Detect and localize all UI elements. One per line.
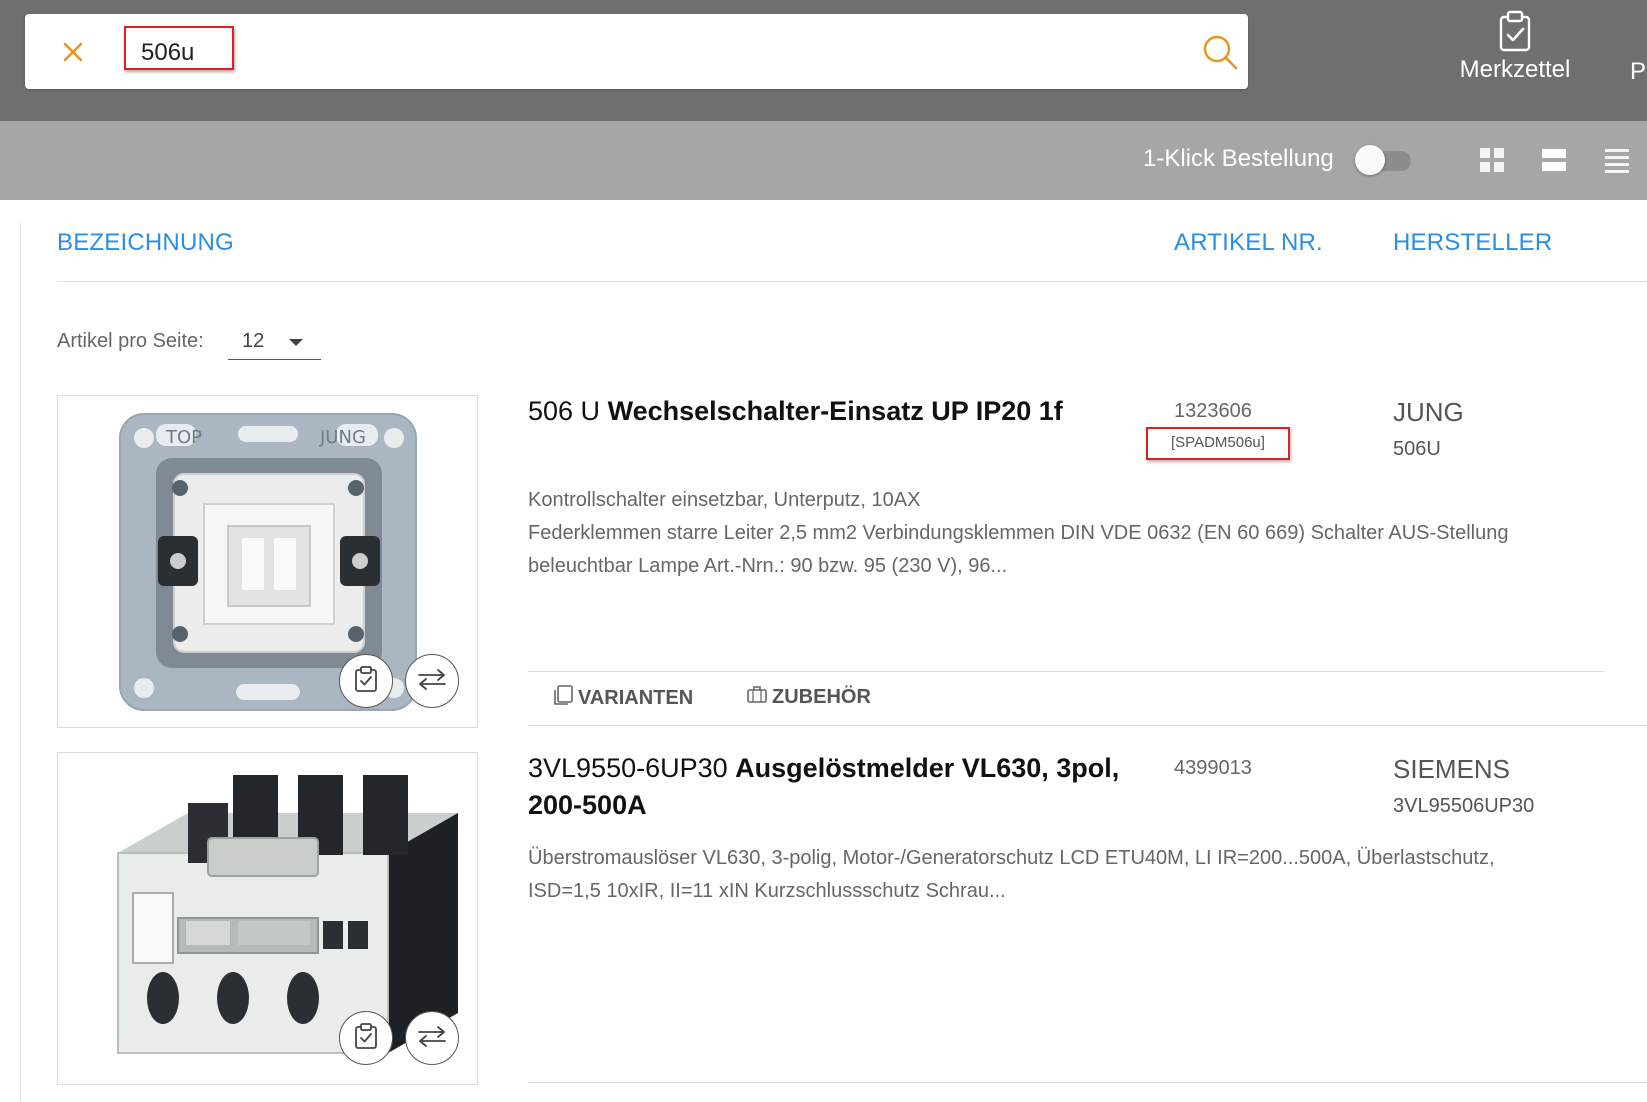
product-image-box[interactable]	[57, 752, 478, 1085]
left-divider	[20, 222, 21, 1102]
manufacturer-name: SIEMENS	[1393, 754, 1511, 784]
add-to-merkzettel-button[interactable]	[339, 1011, 393, 1065]
product-code: 3VL9550-6UP30	[528, 753, 728, 783]
article-number: 4399013	[1174, 757, 1252, 779]
caret-down-icon	[289, 339, 303, 346]
toggle-knob	[1355, 145, 1385, 175]
swap-arrows-icon	[416, 1024, 448, 1053]
clipboard-check-icon	[1440, 10, 1590, 52]
manufacturer-code: 506U	[1393, 438, 1441, 460]
oneclick-toggle[interactable]	[1355, 145, 1411, 175]
tab-accessories[interactable]: ZUBEHÖR	[746, 684, 871, 710]
product-code: 506 U	[528, 396, 601, 426]
tabs-divider	[528, 671, 1605, 672]
per-page-label: Artikel pro Seite:	[57, 330, 204, 352]
image-text-top: TOP	[165, 427, 202, 448]
product-description: Überstromauslöser VL630, 3-polig, Motor-…	[528, 842, 1588, 908]
alt-code: [SPADM506u]	[1171, 434, 1265, 451]
description-line: Überstromauslöser VL630, 3-polig, Motor-…	[528, 847, 1495, 869]
oneclick-label: 1-Klick Bestellung	[1143, 145, 1334, 172]
merkzettel-button[interactable]: Merkzettel	[1440, 10, 1590, 90]
results-toolbar: 1-Klick Bestellung	[0, 121, 1647, 200]
header-more-label[interactable]: P	[1630, 58, 1646, 86]
product-title[interactable]: 506 U Wechselschalter-Einsatz UP IP20 1f	[528, 393, 1148, 430]
description-line: ISD=1,5 10xIR, II=11 xIN Kurzschlussschu…	[528, 880, 1006, 902]
compare-button[interactable]	[405, 654, 459, 708]
tab-variants-label: VARIANTEN	[578, 686, 694, 709]
list-view-icon[interactable]	[1540, 146, 1568, 174]
description-line: Federklemmen starre Leiter 2,5 mm2 Verbi…	[528, 522, 1509, 544]
article-number: 1323606	[1174, 400, 1252, 422]
column-header-designation[interactable]: BEZEICHNUNG	[57, 229, 234, 257]
clipboard-check-icon	[354, 665, 378, 698]
compare-button[interactable]	[405, 1011, 459, 1065]
product-name: Wechselschalter-Einsatz UP IP20 1f	[607, 396, 1063, 426]
image-text-brand: JUNG	[319, 427, 366, 448]
add-to-merkzettel-button[interactable]	[339, 654, 393, 708]
column-header-article-nr[interactable]: ARTIKEL NR.	[1174, 229, 1323, 257]
description-line: Kontrollschalter einsetzbar, Unterputz, …	[528, 489, 921, 511]
product-description: Kontrollschalter einsetzbar, Unterputz, …	[528, 484, 1588, 583]
row-divider	[528, 725, 1647, 726]
manufacturer-code: 3VL95506UP30	[1393, 795, 1535, 817]
briefcase-icon	[746, 684, 768, 710]
search-icon[interactable]	[1200, 32, 1240, 72]
merkzettel-label: Merkzettel	[1459, 56, 1571, 83]
tab-variants[interactable]: VARIANTEN	[552, 684, 693, 712]
manufacturer-name: JUNG	[1393, 397, 1464, 427]
search-input[interactable]	[141, 36, 1041, 70]
swap-arrows-icon	[416, 667, 448, 696]
search-bar	[25, 14, 1248, 89]
top-header: Merkzettel P	[0, 0, 1647, 121]
per-page-value: 12	[242, 330, 265, 352]
column-header-manufacturer[interactable]: HERSTELLER	[1393, 229, 1552, 257]
per-page-select[interactable]: 12	[228, 318, 321, 360]
copy-icon	[552, 684, 574, 712]
row-divider	[528, 1082, 1647, 1083]
header-divider	[57, 281, 1647, 282]
compact-list-view-icon[interactable]	[1603, 146, 1631, 174]
clipboard-check-icon	[354, 1022, 378, 1055]
product-image-box[interactable]: TOP JUNG	[57, 395, 478, 728]
tab-accessories-label: ZUBEHÖR	[772, 685, 871, 708]
clear-search-icon[interactable]	[58, 37, 88, 67]
description-line: beleuchtbar Lampe Art.-Nrn.: 90 bzw. 95 …	[528, 555, 1008, 577]
grid-view-icon[interactable]	[1478, 146, 1506, 174]
product-title[interactable]: 3VL9550-6UP30 Ausgelöstmelder VL630, 3po…	[528, 750, 1148, 824]
